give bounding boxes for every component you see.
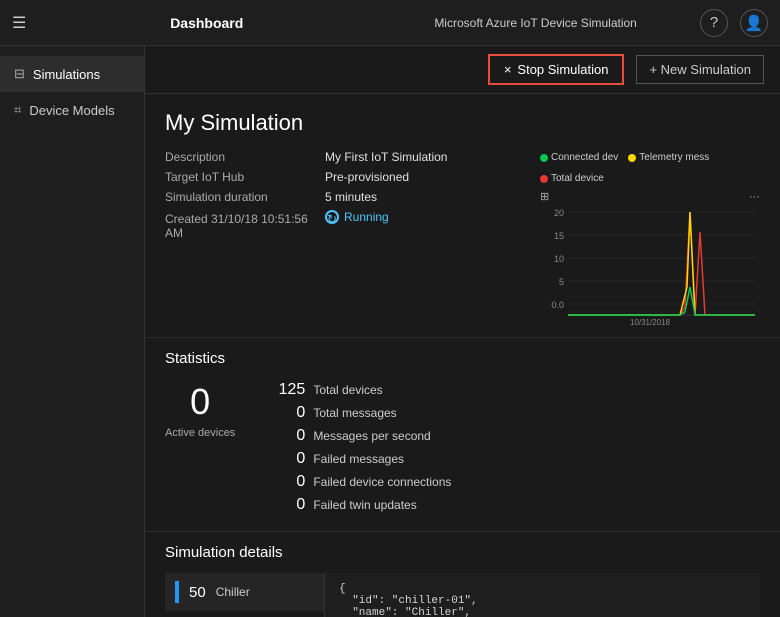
chart-svg: 20 15 10 5 0.0 10/31/2018 10:00 xyxy=(540,207,755,327)
description-value: My First IoT Simulation xyxy=(325,150,447,164)
info-hub: Target IoT Hub Pre-provisioned xyxy=(165,170,500,184)
messages-per-second-value: 0 xyxy=(275,427,305,445)
status-running: ↻ Running xyxy=(325,210,389,224)
hub-label: Target IoT Hub xyxy=(165,170,325,184)
total-messages-label: Total messages xyxy=(313,406,396,420)
stat-failed-twin: 0 Failed twin updates xyxy=(275,496,760,514)
sidebar-item-device-models[interactable]: ⌗ Device Models xyxy=(0,92,144,128)
stat-failed-connections: 0 Failed device connections xyxy=(275,473,760,491)
simulation-header: My Simulation Description My First IoT S… xyxy=(145,94,780,337)
new-simulation-button[interactable]: + New Simulation xyxy=(636,55,764,84)
legend-connected: Connected dev xyxy=(540,152,618,163)
chart-area: Connected dev Telemetry mess Total devic… xyxy=(540,150,760,327)
sidebar-item-simulations[interactable]: ⊟ Simulations xyxy=(0,56,144,92)
new-simulation-label: + New Simulation xyxy=(649,62,751,77)
layout: ⊟ Simulations ⌗ Device Models × Stop Sim… xyxy=(0,46,780,617)
chart-controls: ⊞ ··· xyxy=(540,190,760,203)
statistics-title: Statistics xyxy=(165,350,760,367)
chiller-name: Chiller xyxy=(216,585,250,599)
device-bar-chiller xyxy=(175,581,179,603)
sidebar-label-device-models: Device Models xyxy=(29,103,114,118)
device-item-chiller[interactable]: 50 Chiller xyxy=(165,573,324,611)
simulations-icon: ⊟ xyxy=(14,66,25,82)
info-description: Description My First IoT Simulation xyxy=(165,150,500,164)
legend-total: Total device xyxy=(540,173,604,184)
device-item-elevator[interactable]: 75 Elevator xyxy=(165,611,324,617)
legend-telemetry: Telemetry mess xyxy=(628,152,709,163)
statistics-section: Statistics 0 Active devices 125 Total de… xyxy=(145,337,780,531)
legend-dot-connected xyxy=(540,154,548,162)
legend-dot-telemetry xyxy=(628,154,636,162)
failed-twin-label: Failed twin updates xyxy=(313,498,416,512)
chart-legend: Connected dev Telemetry mess Total devic… xyxy=(540,150,760,190)
stop-icon: × xyxy=(504,62,512,77)
stop-label: Stop Simulation xyxy=(517,62,608,77)
svg-text:15: 15 xyxy=(554,231,564,241)
chiller-count: 50 xyxy=(189,584,206,601)
stat-total-devices: 125 Total devices xyxy=(275,381,760,399)
chart-layers-icon[interactable]: ⊞ xyxy=(540,190,549,203)
help-button[interactable]: ? xyxy=(700,9,728,37)
topbar-icons: ? 👤 xyxy=(700,9,768,37)
svg-text:10:00: 10:00 xyxy=(640,326,661,327)
menu-icon[interactable]: ☰ xyxy=(12,13,26,33)
legend-telemetry-label: Telemetry mess xyxy=(639,152,709,163)
info-created: Created 31/10/18 10:51:56 AM ↻ Running xyxy=(165,210,500,240)
info-duration: Simulation duration 5 minutes xyxy=(165,190,500,204)
stat-messages-per-second: 0 Messages per second xyxy=(275,427,760,445)
legend-dot-total xyxy=(540,175,548,183)
failed-connections-label: Failed device connections xyxy=(313,475,451,489)
stats-right: 125 Total devices 0 Total messages 0 Mes… xyxy=(275,381,760,519)
chart-more-icon[interactable]: ··· xyxy=(749,191,760,203)
duration-value: 5 minutes xyxy=(325,190,377,204)
created-label: Created 31/10/18 10:51:56 AM xyxy=(165,212,325,240)
description-label: Description xyxy=(165,150,325,164)
simulation-details-title: Simulation details xyxy=(165,544,760,561)
messages-per-second-label: Messages per second xyxy=(313,429,430,443)
status-value: Running xyxy=(344,210,389,224)
status-dot-icon: ↻ xyxy=(325,210,339,224)
active-devices-value: 0 xyxy=(165,381,235,423)
details-body: 50 Chiller 75 Elevator { "id": "chiller-… xyxy=(165,573,760,617)
action-bar: × Stop Simulation + New Simulation xyxy=(145,46,780,94)
json-panel: { "id": "chiller-01", "name": "Chiller",… xyxy=(325,573,760,617)
active-devices-label: Active devices xyxy=(165,427,235,439)
duration-label: Simulation duration xyxy=(165,190,325,204)
total-devices-value: 125 xyxy=(275,381,305,399)
stat-failed-messages: 0 Failed messages xyxy=(275,450,760,468)
legend-total-label: Total device xyxy=(551,173,604,184)
sidebar: ⊟ Simulations ⌗ Device Models xyxy=(0,46,145,617)
device-list: 50 Chiller 75 Elevator xyxy=(165,573,325,617)
svg-text:20: 20 xyxy=(554,208,564,218)
statistics-body: 0 Active devices 125 Total devices 0 Tot… xyxy=(165,381,760,519)
json-content: { "id": "chiller-01", "name": "Chiller",… xyxy=(339,583,746,617)
legend-connected-label: Connected dev xyxy=(551,152,618,163)
simulation-title: My Simulation xyxy=(165,110,760,136)
page-title: Dashboard xyxy=(42,15,371,31)
total-messages-value: 0 xyxy=(275,404,305,422)
stop-simulation-button[interactable]: × Stop Simulation xyxy=(488,54,625,85)
svg-text:5: 5 xyxy=(559,277,564,287)
simulation-details-section: Simulation details 50 Chiller 75 Elevato… xyxy=(145,531,780,617)
failed-messages-label: Failed messages xyxy=(313,452,404,466)
failed-messages-value: 0 xyxy=(275,450,305,468)
svg-text:10: 10 xyxy=(554,254,564,264)
info-grid: Description My First IoT Simulation Targ… xyxy=(165,150,760,327)
total-devices-label: Total devices xyxy=(313,383,382,397)
svg-text:0.0: 0.0 xyxy=(551,300,564,310)
active-devices-stat: 0 Active devices xyxy=(165,381,235,519)
failed-connections-value: 0 xyxy=(275,473,305,491)
failed-twin-value: 0 xyxy=(275,496,305,514)
topbar: ☰ Dashboard Microsoft Azure IoT Device S… xyxy=(0,0,780,46)
device-models-icon: ⌗ xyxy=(14,102,21,118)
stat-total-messages: 0 Total messages xyxy=(275,404,760,422)
hub-value: Pre-provisioned xyxy=(325,170,409,184)
sidebar-label-simulations: Simulations xyxy=(33,67,100,82)
info-left: Description My First IoT Simulation Targ… xyxy=(165,150,500,327)
user-avatar[interactable]: 👤 xyxy=(740,9,768,37)
main-content: × Stop Simulation + New Simulation My Si… xyxy=(145,46,780,617)
app-brand: Microsoft Azure IoT Device Simulation xyxy=(371,16,700,30)
